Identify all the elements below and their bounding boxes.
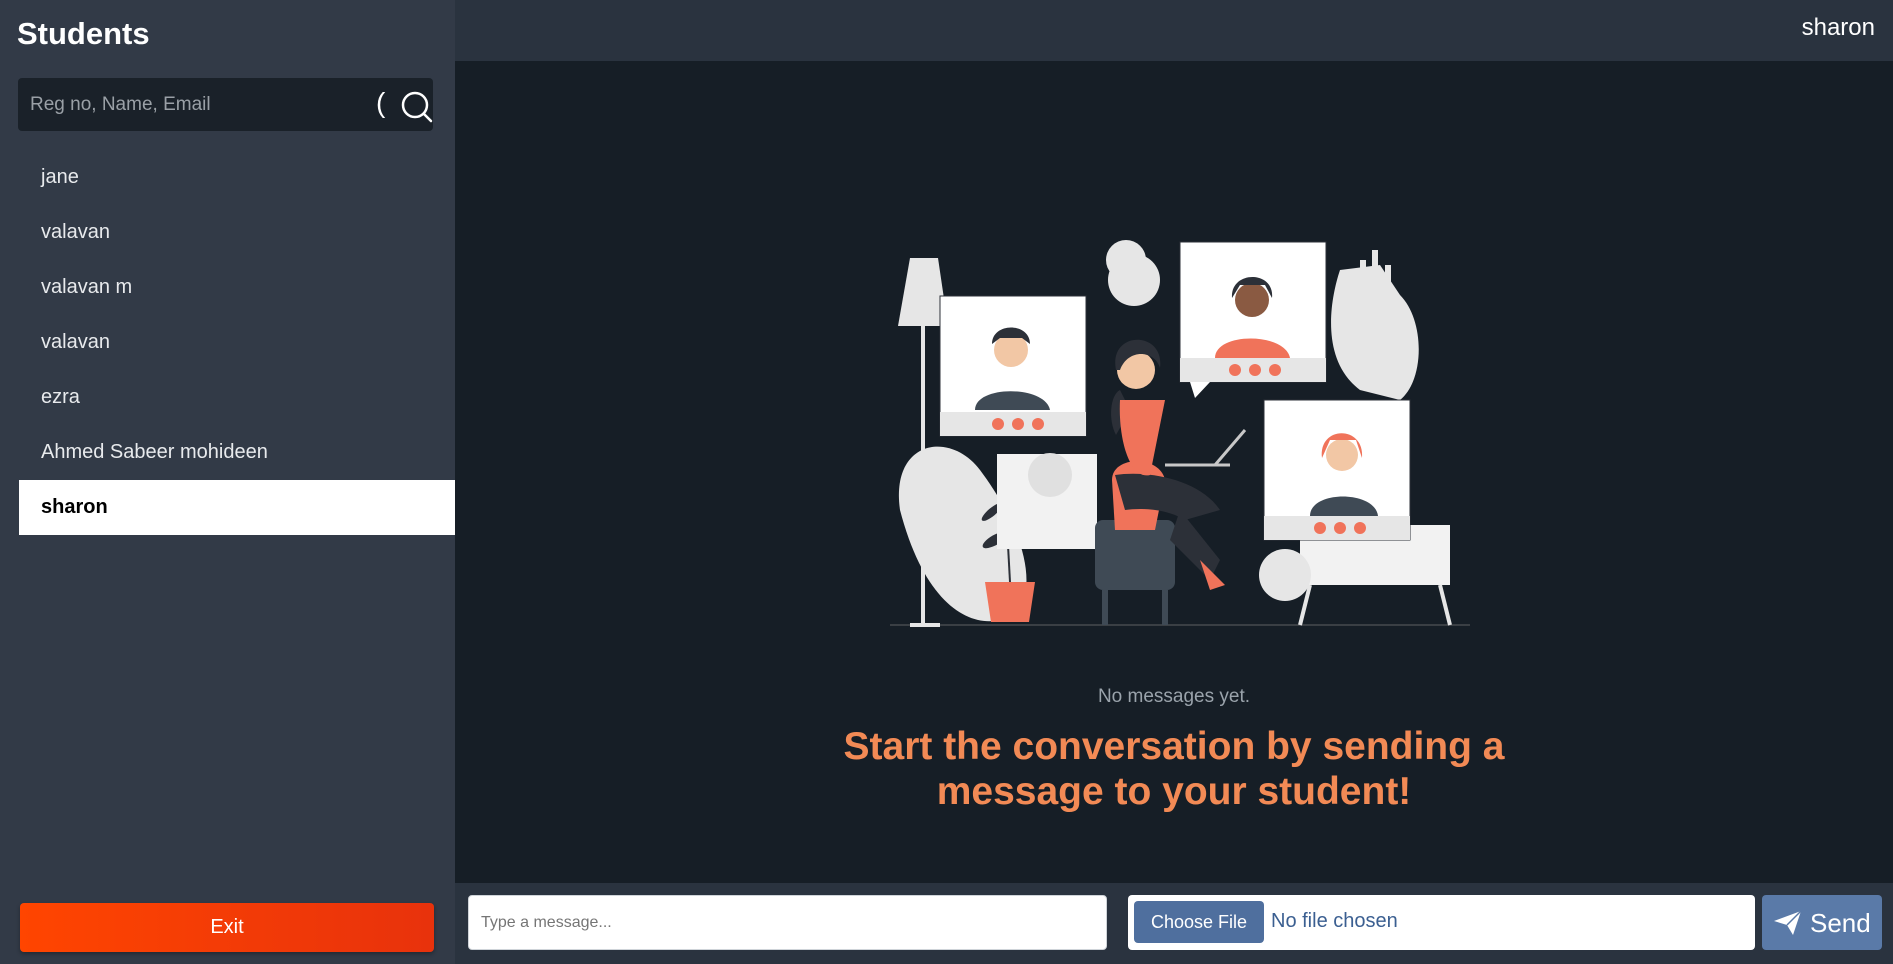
sidebar: Students ( jane valavan valavan m valava…: [0, 0, 455, 964]
file-status: No file chosen: [1271, 910, 1398, 932]
video-call-illustration: [890, 240, 1470, 627]
student-item-jane[interactable]: jane: [0, 150, 455, 205]
student-item-sharon[interactable]: sharon: [19, 480, 455, 535]
current-chat-user: sharon: [1801, 14, 1875, 41]
student-item-valavan-2[interactable]: valavan: [0, 315, 455, 370]
send-label: Send: [1810, 908, 1871, 938]
search-paren: (: [376, 87, 386, 118]
student-item-ahmed[interactable]: Ahmed Sabeer mohideen: [0, 425, 455, 480]
sidebar-title: Students: [17, 16, 150, 51]
empty-state-headline-line2: message to your student!: [936, 770, 1412, 813]
choose-file-button[interactable]: Choose File: [1134, 901, 1264, 943]
chat-header: sharon: [455, 0, 1893, 61]
empty-state-subtitle: No messages yet.: [1097, 686, 1251, 707]
message-input[interactable]: [468, 895, 1107, 950]
empty-state-headline-line1: Start the conversation by sending a: [843, 725, 1505, 768]
search-icon[interactable]: [398, 88, 434, 124]
student-item-valavan[interactable]: valavan: [0, 205, 455, 260]
message-composer: Choose File No file chosen Send: [455, 883, 1893, 964]
paper-plane-icon: [1774, 910, 1802, 935]
send-button[interactable]: Send: [1762, 895, 1882, 950]
student-item-ezra[interactable]: ezra: [0, 370, 455, 425]
search-box: (: [18, 78, 433, 131]
student-list: jane valavan valavan m valavan ezra Ahme…: [0, 150, 455, 535]
student-item-valavan-m[interactable]: valavan m: [0, 260, 455, 315]
empty-state-headline: Start the conversation by sending a mess…: [455, 724, 1893, 814]
search-input[interactable]: [18, 78, 358, 131]
exit-button[interactable]: Exit: [20, 903, 434, 952]
file-input[interactable]: Choose File No file chosen: [1128, 895, 1755, 950]
